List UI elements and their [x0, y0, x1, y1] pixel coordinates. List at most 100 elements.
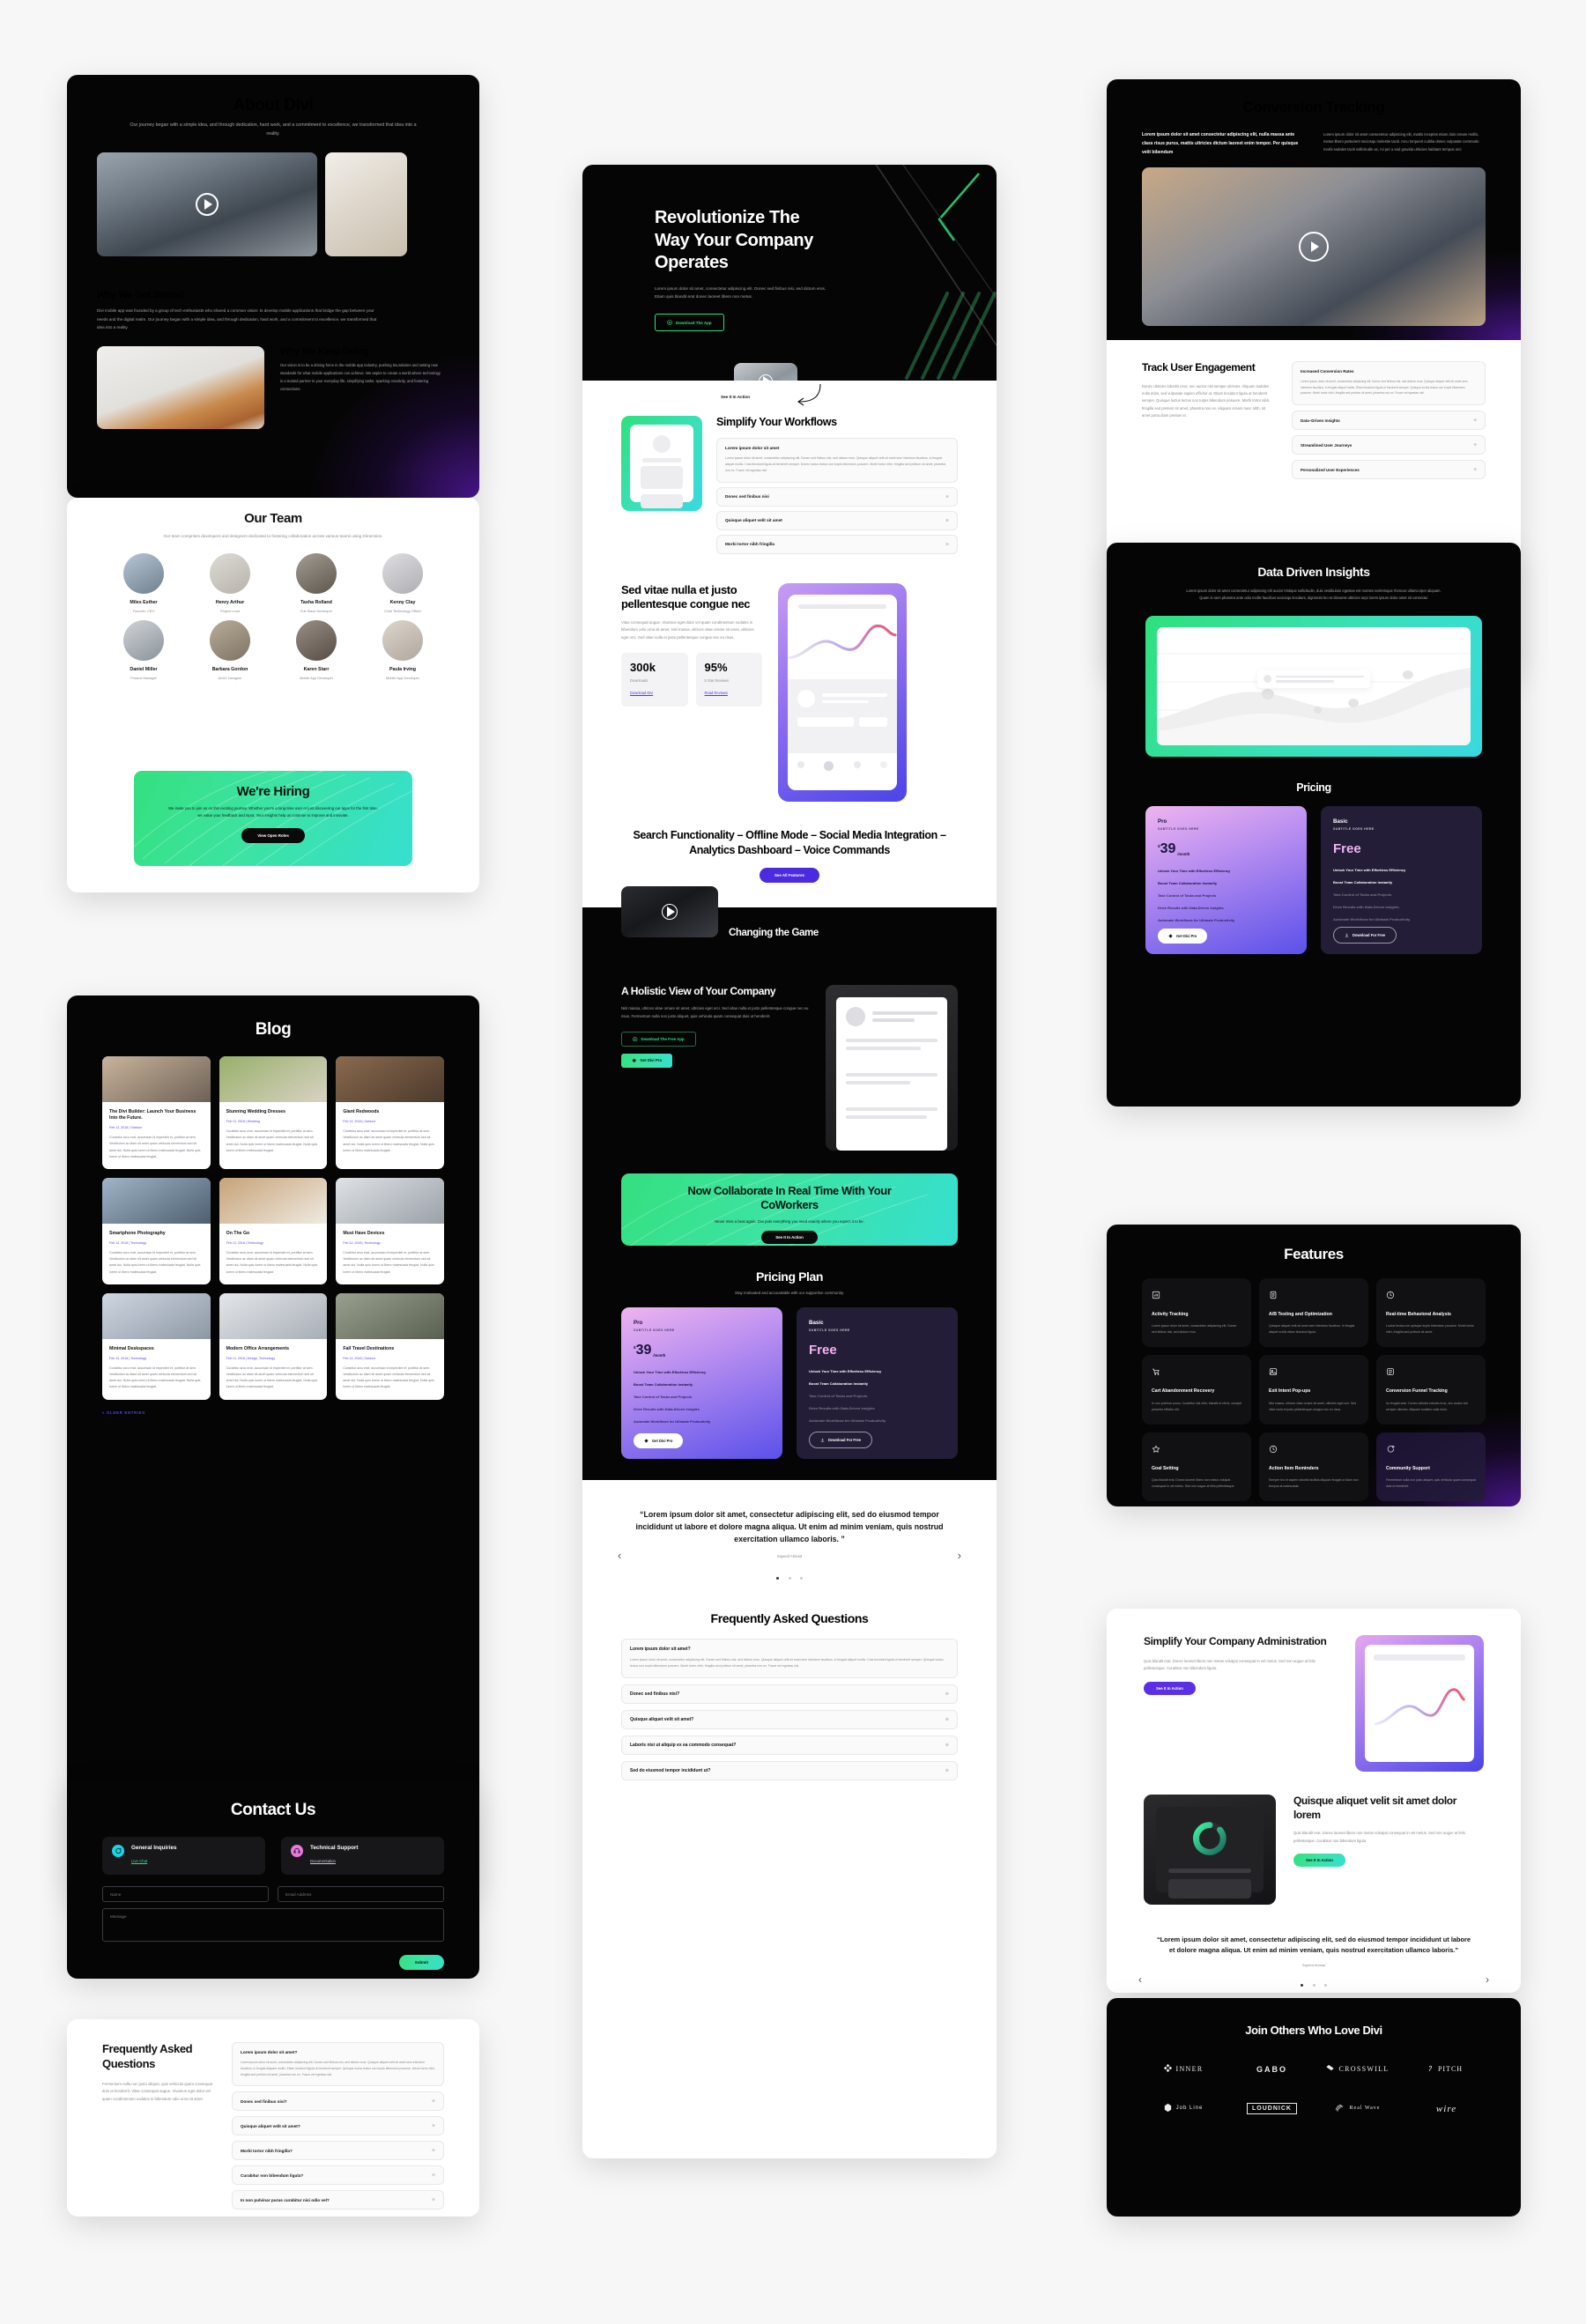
testimonial-prev-arrow[interactable]: ‹ [618, 1549, 621, 1562]
feature-card[interactable]: Community Support Fermentum nulla non jus… [1376, 1432, 1486, 1501]
features-prev-arrow[interactable]: ‹ [1138, 1973, 1142, 1986]
download-free-plan-button[interactable]: Download For Free [1333, 927, 1397, 944]
plus-icon[interactable]: ⊕ [1473, 467, 1477, 472]
feature-card[interactable]: Real-time Behavioral Analysis Luctus lect… [1376, 1278, 1486, 1348]
blog-post-card[interactable]: Minimal Deskspaces Feb 12, 2018 | Technol… [102, 1292, 211, 1400]
blog-post-card[interactable]: On The Go Feb 12, 2018 | Technology Curabi… [219, 1178, 328, 1284]
download-free-plan-button[interactable]: Download For Free [809, 1431, 873, 1448]
plus-icon[interactable]: ⊕ [432, 2148, 435, 2153]
blog-post-card[interactable]: Stunning Wedding Dresses Feb 12, 2018 | W… [219, 1056, 328, 1170]
testimonial-next-arrow[interactable]: › [958, 1549, 961, 1562]
play-icon-small[interactable] [759, 374, 773, 381]
plan-feature: Automate Workflows for Ultimate Producti… [809, 1417, 886, 1423]
blog-post-title[interactable]: The Divi Builder: Launch Your Business I… [109, 1109, 204, 1121]
plus-icon[interactable]: ⊕ [945, 518, 949, 523]
accordion-item[interactable]: Lorem ipsum dolor sit amet? Lorem ipsum d… [621, 1638, 958, 1678]
accordion-item[interactable]: Lorem ipsum dolor sit amet Lorem ipsum do… [716, 437, 958, 483]
view-open-roles-button[interactable]: View Open Roles [241, 827, 305, 843]
blog-post-title[interactable]: Giant Redwoods [343, 1109, 437, 1115]
changing-game-thumb[interactable] [621, 886, 718, 938]
accordion-item[interactable]: Morbi tortor nibh fringilla? ⊕ [232, 2141, 444, 2161]
get-divi-pro-button[interactable]: Get Divi Pro [621, 1054, 673, 1068]
get-divi-pro-plan-button[interactable]: Get Divi Pro [1158, 929, 1208, 944]
plus-icon[interactable]: ⊕ [945, 1743, 949, 1748]
blog-post-title[interactable]: Fall Travel Destinations [343, 1346, 437, 1352]
plus-icon[interactable]: ⊕ [432, 2172, 435, 2178]
accordion-item[interactable]: Donec sed finibus nisi ⊕ [716, 486, 958, 507]
feature-card[interactable]: Cart Abandonment Recovery In non pulvinar… [1142, 1355, 1251, 1425]
get-divi-pro-plan-button[interactable]: Get Divi Pro [634, 1432, 684, 1448]
accordion-item[interactable]: Personalized User Experiences ⊕ [1292, 460, 1486, 480]
quisque-cta-button[interactable]: See It In Action [1293, 1854, 1345, 1867]
stat-link[interactable]: Download Divi [630, 691, 653, 695]
accordion-item[interactable]: Morbi tortor nibh fringilla ⊕ [716, 534, 958, 554]
feature-card[interactable]: Action Item Reminders Semper leo et sapie… [1259, 1432, 1368, 1501]
accordion-item[interactable]: Lorem ipsum dolor sit amet? Lorem ipsum d… [232, 2042, 444, 2087]
about-video-thumb[interactable] [97, 152, 317, 256]
download-free-app-button[interactable]: Download The Free App [621, 1031, 696, 1047]
accordion-item[interactable]: In non pulvinar purus curabitur nisi odi… [232, 2190, 444, 2210]
play-icon-2[interactable] [662, 904, 678, 921]
plus-icon[interactable]: ⊕ [945, 542, 949, 547]
blog-post-title[interactable]: Smartphone Photography [109, 1231, 204, 1237]
collaborate-cta-button[interactable]: See It In Action [761, 1230, 818, 1244]
documentation-link[interactable]: Documentation [310, 1859, 336, 1863]
contact-card-general[interactable]: General Inquiries Live Chat [102, 1837, 265, 1876]
blog-post-card[interactable]: Giant Redwoods Feb 12, 2018 | Outdoor Cura… [336, 1056, 444, 1170]
accordion-item[interactable]: Laboris nisi ut aliquip ex ea commodo co… [621, 1735, 958, 1755]
plus-icon[interactable]: ⊕ [432, 2197, 435, 2202]
plus-icon[interactable]: ⊕ [432, 2098, 435, 2104]
blog-post-title[interactable]: Modern Office Arrangements [226, 1346, 321, 1352]
live-chat-link[interactable]: Live Chat [131, 1859, 147, 1863]
conversion-video-thumb[interactable] [1142, 167, 1486, 327]
accordion-item[interactable]: Data–Driven Insights ⊕ [1292, 411, 1486, 431]
accordion-item[interactable]: Curabitur non bibendum ligula? ⊕ [232, 2165, 444, 2186]
accordion-item[interactable]: Quisque aliquet velit sit amet? ⊕ [232, 2116, 444, 2136]
contact-submit-button[interactable]: Submit [398, 1955, 444, 1971]
stat-link-2[interactable]: Read Reviews [705, 691, 728, 695]
plus-icon[interactable]: ⊕ [432, 2123, 435, 2128]
feature-card[interactable]: Exit Intent Pop-ups Nisl massa, ultrices … [1259, 1355, 1368, 1425]
carousel-dots[interactable] [635, 1568, 944, 1584]
blog-post-title[interactable]: Must Have Devices [343, 1231, 437, 1237]
simplify-cta-button[interactable]: See It In Action [1144, 1682, 1196, 1696]
blog-post-title[interactable]: Minimal Deskspaces [109, 1346, 204, 1352]
blog-post-card[interactable]: Must Have Devices Feb 12, 2018 | Technolo… [336, 1178, 444, 1284]
blog-post-title[interactable]: On The Go [226, 1231, 321, 1237]
accordion-item[interactable]: Quisque aliquet velit sit amet? ⊕ [621, 1709, 958, 1729]
play-icon-3[interactable] [1299, 232, 1329, 263]
see-all-features-button[interactable]: See All Features [759, 868, 819, 884]
blog-post-card[interactable]: Modern Office Arrangements Feb 12, 2018 |… [219, 1292, 328, 1400]
blog-post-card[interactable]: Smartphone Photography Feb 12, 2018 | Tec… [102, 1178, 211, 1284]
hero-download-button[interactable]: Download The App [655, 314, 724, 332]
blog-post-card[interactable]: The Divi Builder: Launch Your Business I… [102, 1056, 211, 1170]
accordion-item[interactable]: Sed do eiusmod tempor incididunt ut? ⊕ [621, 1760, 958, 1780]
accordion-item[interactable]: Streamlined User Journeys ⊕ [1292, 435, 1486, 455]
feature-card[interactable]: A/B Testing and Optimization Quisque aliq… [1259, 1278, 1368, 1348]
plus-icon[interactable]: ⊕ [945, 1768, 949, 1773]
contact-email-input[interactable] [278, 1886, 444, 1903]
contact-name-input[interactable] [102, 1886, 269, 1903]
feature-card[interactable]: Goal Setting Quis blandit erat. Donec lao… [1142, 1432, 1251, 1501]
accordion-item[interactable]: Donec sed finibus nisi? ⊕ [621, 1684, 958, 1704]
features-carousel-dots[interactable] [1156, 1975, 1471, 1991]
accordion-item[interactable]: Donec sed finibus nisi? ⊕ [232, 2091, 444, 2112]
plus-icon[interactable]: ⊕ [945, 494, 949, 500]
feature-card[interactable]: Conversion Funnel Tracking Ac feugiat ant… [1376, 1355, 1486, 1425]
blog-post-title[interactable]: Stunning Wedding Dresses [226, 1109, 321, 1115]
contact-message-input[interactable] [102, 1908, 444, 1943]
feature-card[interactable]: Activity Tracking Lorem ipsum dolor sit a… [1142, 1278, 1251, 1348]
features-next-arrow[interactable]: › [1486, 1973, 1489, 1986]
plus-icon[interactable]: ⊕ [945, 1717, 949, 1722]
older-entries-link[interactable]: « OLDER ENTRIES [102, 1410, 479, 1415]
contact-card-support[interactable]: Technical Support Documentation [281, 1837, 444, 1876]
plus-icon[interactable]: ⊕ [945, 1691, 949, 1697]
see-in-action-thumb[interactable] [734, 363, 797, 381]
quisque-body: Quis blandit erat. Donec laoreet libero … [1293, 1831, 1465, 1843]
play-icon[interactable] [196, 192, 219, 216]
accordion-item[interactable]: Quisque aliquet velit sit amet ⊕ [716, 510, 958, 530]
blog-post-card[interactable]: Fall Travel Destinations Feb 12, 2018 | O… [336, 1292, 444, 1400]
accordion-item[interactable]: Increased Conversion Rates Lorem ipsum do… [1292, 361, 1486, 406]
plus-icon[interactable]: ⊕ [1473, 442, 1477, 448]
plus-icon[interactable]: ⊕ [1473, 418, 1477, 423]
